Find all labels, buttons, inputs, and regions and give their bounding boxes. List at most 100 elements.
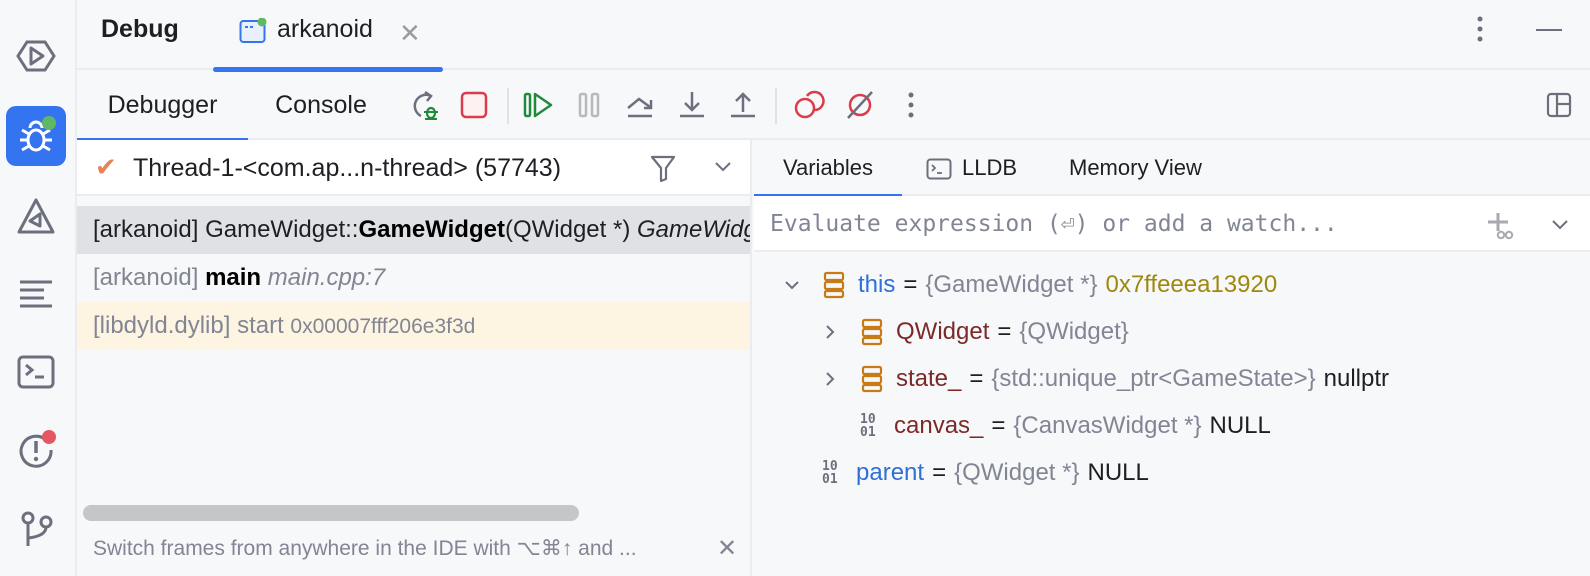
frame-location: main.cpp:7 — [267, 264, 386, 291]
frame-function: main — [205, 264, 262, 291]
rerun-button[interactable] — [407, 88, 441, 122]
variable-value: 0x7ffeeea13920 — [1105, 271, 1278, 298]
struct-icon — [861, 365, 883, 393]
variable-type: {QWidget *} — [954, 459, 1080, 486]
frame-item[interactable]: [arkanoid] main main.cpp:7 — [77, 254, 750, 302]
variable-name: QWidget — [896, 318, 990, 345]
run-hexagon-icon — [16, 40, 56, 72]
terminal-tool-button[interactable] — [6, 342, 66, 402]
frame-function: GameWidget — [358, 216, 505, 243]
chevron-down-icon[interactable] — [713, 160, 733, 174]
step-over-icon — [627, 97, 653, 118]
branch-icon — [21, 511, 53, 546]
toolbar-separator — [507, 88, 509, 124]
kebab-icon — [908, 92, 914, 118]
debug-tool-button[interactable] — [6, 106, 66, 166]
tab-memory-view[interactable]: Memory View — [1069, 140, 1202, 196]
more-actions-button[interactable] — [894, 88, 928, 122]
frame-location: GameWidget.cpp:12 — [636, 216, 752, 243]
thread-label: Thread-1-<com.ap...n-thread> (57743) — [133, 154, 562, 182]
chevron-right-icon[interactable] — [820, 322, 840, 342]
frame-item[interactable]: [libdyld.dylib] start 0x00007fff206e3f3d — [77, 302, 750, 350]
variable-row[interactable]: 10 01 parent = {QWidget *} NULL — [822, 453, 1149, 493]
lines-icon — [20, 280, 52, 308]
frame-prefix: GameWidget:: — [205, 216, 359, 243]
structure-tool-button[interactable] — [6, 264, 66, 324]
run-tool-button[interactable] — [6, 26, 66, 86]
equals-sign: = — [997, 318, 1012, 345]
frames-panel: ✔ Thread-1-<com.ap...n-thread> (57743) [… — [77, 140, 752, 576]
debug-tool-window-header: Debug arkanoid ✕ — [77, 0, 1590, 72]
evaluate-expression-input[interactable] — [770, 204, 1450, 244]
pause-button[interactable] — [573, 88, 607, 122]
view-breakpoints-button[interactable] — [792, 88, 826, 122]
step-out-button[interactable] — [726, 88, 760, 122]
frames-hint: Switch frames from anywhere in the IDE w… — [93, 537, 637, 560]
binary-icon: 10 01 — [860, 412, 876, 440]
app-window-icon — [239, 18, 267, 43]
resume-button[interactable] — [521, 88, 555, 122]
variables-panel: Variables LLDB Memory View this = {GameWid… — [754, 140, 1590, 576]
variable-type: {QWidget} — [1019, 318, 1129, 345]
tab-console[interactable]: Console — [253, 70, 389, 140]
variable-row[interactable]: 10 01 canvas_ = {CanvasWidget *} NULL — [860, 406, 1271, 446]
frame-module: [arkanoid] — [93, 264, 206, 291]
step-into-icon — [680, 92, 704, 118]
add-watch-icon[interactable] — [1486, 210, 1514, 240]
variable-type: {GameWidget *} — [925, 271, 1098, 298]
resume-icon — [523, 92, 553, 118]
mute-breakpoints-icon — [847, 91, 873, 119]
frame-module: [libdyld.dylib] — [93, 312, 238, 339]
equals-sign: = — [903, 271, 918, 298]
frame-item[interactable]: [arkanoid] GameWidget::GameWidget(QWidge… — [77, 206, 752, 254]
variable-row[interactable]: state_ = {std::unique_ptr<GameState>} nullp… — [820, 359, 1389, 399]
equals-sign: = — [969, 365, 984, 392]
step-into-button[interactable] — [675, 88, 709, 122]
debug-running-badge — [42, 116, 56, 130]
vcs-tool-button[interactable] — [6, 498, 66, 558]
variable-value: NULL — [1209, 412, 1271, 439]
run-config-tab[interactable]: arkanoid ✕ — [213, 0, 443, 72]
tab-debugger[interactable]: Debugger — [77, 70, 248, 142]
minimize-icon[interactable] — [1536, 29, 1562, 31]
close-hint-icon[interactable]: ✕ — [717, 534, 737, 563]
variable-row[interactable]: QWidget = {QWidget} — [820, 312, 1129, 352]
chevron-down-icon[interactable] — [782, 275, 802, 295]
layout-settings-icon[interactable] — [1546, 92, 1572, 118]
triangle-icon — [17, 198, 55, 234]
mute-breakpoints-button[interactable] — [843, 88, 877, 122]
variables-tabs: Variables LLDB Memory View — [754, 140, 1590, 198]
horizontal-scrollbar[interactable] — [83, 505, 579, 521]
struct-icon — [861, 318, 883, 346]
more-options-icon[interactable] — [1470, 14, 1490, 44]
breakpoints-icon — [794, 90, 825, 119]
chevron-right-icon[interactable] — [820, 369, 840, 389]
frame-function: start — [237, 312, 291, 339]
variable-type: {std::unique_ptr<GameState>} — [991, 365, 1316, 392]
variable-name: this — [858, 271, 896, 298]
filter-icon[interactable] — [649, 153, 677, 183]
stop-button[interactable] — [457, 88, 491, 122]
checkmark-icon: ✔ — [95, 152, 117, 182]
analyze-tool-button[interactable] — [6, 186, 66, 246]
variable-value: NULL — [1087, 459, 1149, 486]
tool-window-strip — [0, 0, 77, 576]
tool-window-title: Debug — [101, 15, 179, 43]
thread-selector[interactable]: ✔ Thread-1-<com.ap...n-thread> (57743) — [77, 140, 750, 196]
terminal-icon — [17, 355, 55, 389]
tab-console-label: Console — [275, 90, 367, 119]
tab-debugger-label: Debugger — [107, 90, 218, 119]
close-tab-icon[interactable]: ✕ — [399, 18, 421, 49]
chevron-down-icon[interactable] — [1550, 218, 1570, 232]
tab-variables[interactable]: Variables — [754, 140, 902, 198]
problems-tool-button[interactable] — [6, 420, 66, 480]
terminal-icon — [926, 158, 952, 180]
frame-signature: (QWidget *) — [504, 216, 637, 243]
tab-lldb-label: LLDB — [962, 155, 1018, 180]
tab-lldb[interactable]: LLDB — [926, 140, 1017, 196]
step-over-button[interactable] — [624, 88, 658, 122]
variable-row[interactable]: this = {GameWidget *} 0x7ffeeea13920 — [782, 265, 1277, 305]
struct-icon — [823, 271, 845, 299]
run-tab-label: arkanoid — [277, 15, 373, 43]
variable-name: canvas_ — [894, 412, 984, 439]
